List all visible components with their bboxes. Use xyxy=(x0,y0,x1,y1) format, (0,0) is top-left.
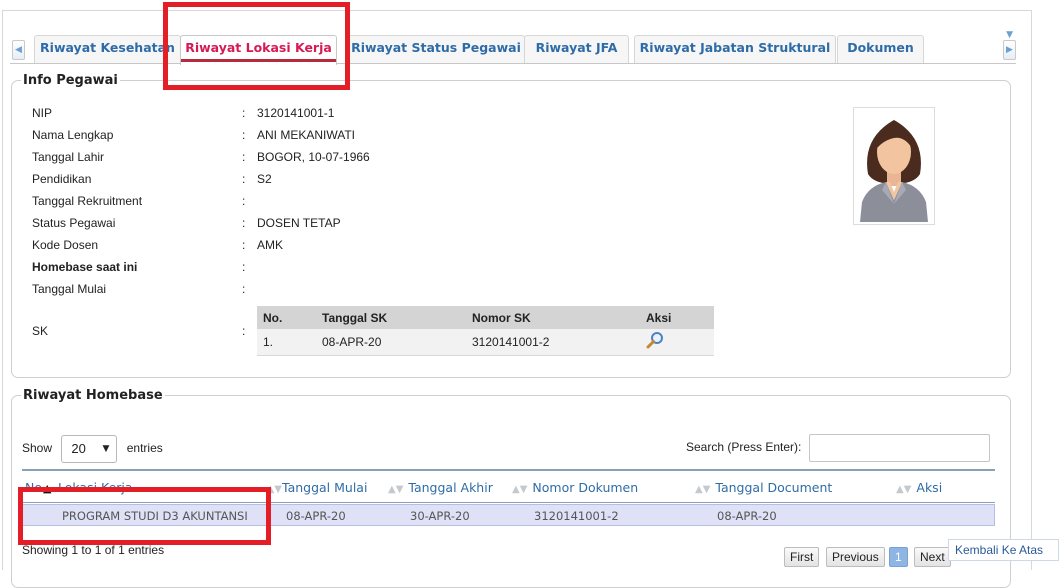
column-header-label: Nomor Dokumen xyxy=(532,480,639,495)
field-colon: : xyxy=(242,128,246,142)
field-label: NIP xyxy=(32,106,53,120)
sk-header-aksi: Aksi xyxy=(640,306,714,329)
entries-label: entries xyxy=(126,441,163,455)
cell-tanggal-document: 08-APR-20 xyxy=(717,509,777,523)
field-value: 3120141001-1 xyxy=(257,106,335,120)
entries-select[interactable]: 20 ▼ xyxy=(61,434,118,463)
show-label: Show xyxy=(22,441,53,455)
back-to-top-link[interactable]: Kembali Ke Atas xyxy=(948,539,1059,561)
field-label: Tanggal Rekruitment xyxy=(32,194,143,208)
tab-riwayat-status-pegawai[interactable]: Riwayat Status Pegawai xyxy=(347,35,525,63)
sort-both-icon: ▲▼ xyxy=(695,484,711,495)
sk-table-header-row: No. Tanggal SK Nomor SK Aksi xyxy=(257,306,714,329)
tab-label: Dokumen xyxy=(847,40,914,55)
sort-both-icon: ▲▼ xyxy=(512,484,528,495)
field-label: Status Pegawai xyxy=(32,216,116,230)
tab-riwayat-kesehatan[interactable]: Riwayat Kesehatan xyxy=(34,35,181,63)
search-label: Search (Press Enter): xyxy=(686,440,802,454)
field-label: Tanggal Mulai xyxy=(32,282,107,296)
sk-cell-aksi xyxy=(640,329,714,356)
sk-header-tanggal: Tanggal SK xyxy=(316,306,466,329)
tab-scroll-left-button[interactable]: ◀ xyxy=(12,40,25,60)
column-header-tanggal-akhir[interactable]: ▲▼ Tanggal Akhir xyxy=(388,480,493,495)
cell-tanggal-mulai: 08-APR-20 xyxy=(286,509,346,523)
field-colon: : xyxy=(242,106,246,120)
search-input[interactable] xyxy=(809,434,990,462)
sk-header-nomor: Nomor SK xyxy=(466,306,640,329)
field-colon: : xyxy=(242,216,246,230)
employee-photo xyxy=(853,107,935,225)
magnifier-icon[interactable] xyxy=(646,331,664,349)
column-header-label: Aksi xyxy=(916,480,943,495)
sk-header-no: No. xyxy=(257,306,316,329)
field-label: Tanggal Lahir xyxy=(32,150,105,164)
sort-both-icon: ▲▼ xyxy=(388,484,404,495)
riwayat-homebase-legend: Riwayat Homebase xyxy=(23,388,163,403)
tab-label: Riwayat Jabatan Struktural xyxy=(639,40,831,55)
chevron-down-icon: ▼ xyxy=(102,443,110,454)
highlight-box-lokasi xyxy=(18,487,271,545)
column-header-aksi[interactable]: ▲▼ Aksi xyxy=(896,480,942,495)
highlight-box-tab xyxy=(163,2,350,90)
field-label: SK xyxy=(32,324,49,338)
tab-dokumen[interactable]: Dokumen xyxy=(837,35,924,63)
pager-first-button[interactable]: First xyxy=(784,547,820,567)
cell-tanggal-akhir: 30-APR-20 xyxy=(410,509,470,523)
column-header-tanggal-mulai[interactable]: Tanggal Mulai xyxy=(282,480,367,495)
field-colon: : xyxy=(242,194,246,208)
pager-next-button[interactable]: Next xyxy=(914,547,951,567)
sk-table: No. Tanggal SK Nomor SK Aksi 1. 08-APR-2… xyxy=(257,306,714,356)
field-value: BOGOR, 10-07-1966 xyxy=(257,150,370,164)
tab-label: Riwayat Status Pegawai xyxy=(351,40,521,55)
field-label: Nama Lengkap xyxy=(32,128,114,142)
field-colon: : xyxy=(242,324,246,338)
tab-label: Riwayat JFA xyxy=(535,40,618,55)
entries-length-control: Show 20 ▼ entries xyxy=(22,434,163,463)
tab-riwayat-jabatan-struktural[interactable]: Riwayat Jabatan Struktural xyxy=(634,35,836,63)
avatar-female-icon xyxy=(860,120,928,222)
tab-riwayat-jfa[interactable]: Riwayat JFA xyxy=(524,35,629,63)
column-header-label: Tanggal Akhir xyxy=(408,480,493,495)
table-info: Showing 1 to 1 of 1 entries xyxy=(22,543,165,557)
sk-cell-no: 1. xyxy=(257,329,316,356)
sk-cell-nomor: 3120141001-2 xyxy=(466,329,640,356)
field-value: AMK xyxy=(257,238,284,252)
field-colon: : xyxy=(242,150,246,164)
column-header-label: Tanggal Mulai xyxy=(282,480,368,495)
sort-both-icon: ▲▼ xyxy=(896,484,912,495)
field-value: S2 xyxy=(257,172,272,186)
field-value: DOSEN TETAP xyxy=(257,216,341,230)
column-header-nomor-dokumen[interactable]: ▲▼ Nomor Dokumen xyxy=(512,480,638,495)
field-colon: : xyxy=(242,282,246,296)
table-row: 1. 08-APR-20 3120141001-2 xyxy=(257,329,714,356)
field-colon: : xyxy=(242,172,246,186)
column-header-tanggal-document[interactable]: ▲▼ Tanggal Document xyxy=(695,480,832,495)
column-header-label: Tanggal Document xyxy=(715,480,833,495)
tab-list-menu-icon[interactable]: ▼ xyxy=(1006,30,1013,40)
field-label: Homebase saat ini xyxy=(32,260,138,274)
pager-page-button[interactable]: 1 xyxy=(889,547,908,567)
info-pegawai-legend: Info Pegawai xyxy=(23,73,118,88)
tab-label: Riwayat Kesehatan xyxy=(40,40,175,55)
entries-select-value: 20 xyxy=(71,440,86,456)
field-colon: : xyxy=(242,260,246,274)
sk-cell-tanggal: 08-APR-20 xyxy=(316,329,466,356)
field-value: ANI MEKANIWATI xyxy=(257,128,356,142)
pager-previous-button[interactable]: Previous xyxy=(826,547,885,567)
field-label: Pendidikan xyxy=(32,172,92,186)
field-colon: : xyxy=(242,238,246,252)
tab-bar: ◀ Riwayat Kesehatan Riwayat Lokasi Kerja… xyxy=(10,30,1016,65)
cell-nomor-dokumen: 3120141001-2 xyxy=(534,509,619,523)
tab-scroll-right-button[interactable]: ▶ xyxy=(1003,40,1016,60)
field-label: Kode Dosen xyxy=(32,238,99,252)
